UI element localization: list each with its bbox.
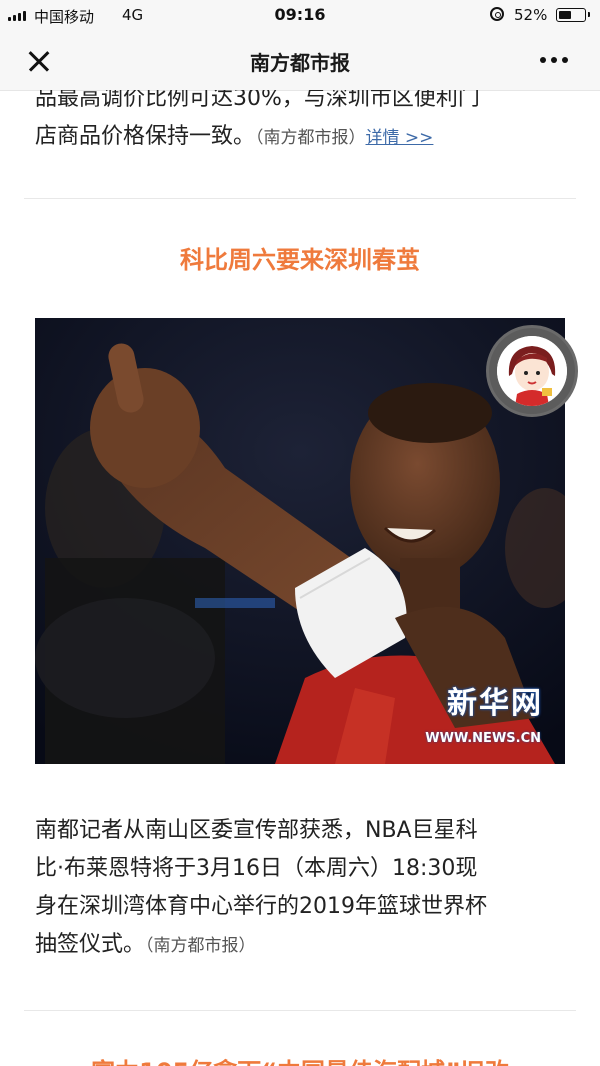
clock: 09:16	[274, 5, 326, 24]
next-story-headline[interactable]: 富力105亿拿下“中国最佳海配城”旧改	[0, 1052, 600, 1066]
story-body: 南都记者从南山区委宣传部获悉，NBA巨星科 比·布莱恩特将于3月16日（本周六）…	[35, 812, 570, 965]
rotation-lock-icon	[490, 7, 504, 21]
avatar	[497, 336, 567, 406]
paragraph-line: 品最高调价比例可达30%，与深圳市区便利门	[35, 90, 480, 111]
article-content[interactable]: 品最高调价比例可达30%，与深圳市区便利门 店商品价格保持一致。（南方都市报）详…	[0, 90, 600, 1066]
status-bar: 中国移动 4G 09:16 52%	[0, 0, 600, 32]
story-photo[interactable]: 新华网 WWW.NEWS.CN	[35, 318, 565, 764]
source-label: （南方都市报）	[145, 936, 256, 956]
paragraph-line: 比·布莱恩特将于3月16日（本周六）18:30现	[35, 856, 478, 881]
nav-bar: 南方都市报	[0, 32, 600, 91]
paragraph-line: 店商品价格保持一致。（南方都市报）详情 >>	[35, 118, 570, 157]
section-divider	[24, 198, 576, 199]
previous-story-paragraph: 品最高调价比例可达30%，与深圳市区便利门 店商品价格保持一致。（南方都市报）详…	[35, 90, 570, 157]
paragraph-line: 抽签仪式。（南方都市报）	[35, 926, 570, 965]
more-options-button[interactable]	[540, 52, 576, 68]
floating-avatar-button[interactable]	[486, 325, 578, 417]
paragraph-text: 抽签仪式。	[35, 932, 146, 957]
paragraph-line: 身在深圳湾体育中心举行的2019年篮球世界杯	[35, 894, 487, 919]
paragraph-text: 店商品价格保持一致。	[35, 124, 256, 149]
photo-watermark-url: WWW.NEWS.CN	[425, 731, 541, 746]
paragraph-line: 南都记者从南山区委宣传部获悉，NBA巨星科	[35, 818, 478, 843]
section-divider	[24, 1010, 576, 1011]
story-headline[interactable]: 科比周六要来深圳春茧	[0, 240, 600, 275]
details-link[interactable]: 详情 >>	[366, 128, 434, 148]
battery-percentage: 52%	[514, 6, 548, 24]
page-title: 南方都市报	[250, 51, 350, 75]
photo-watermark: 新华网	[447, 686, 543, 721]
cartoon-girl-icon	[497, 336, 567, 406]
source-label: （南方都市报）	[255, 128, 366, 148]
battery-icon	[556, 8, 590, 22]
